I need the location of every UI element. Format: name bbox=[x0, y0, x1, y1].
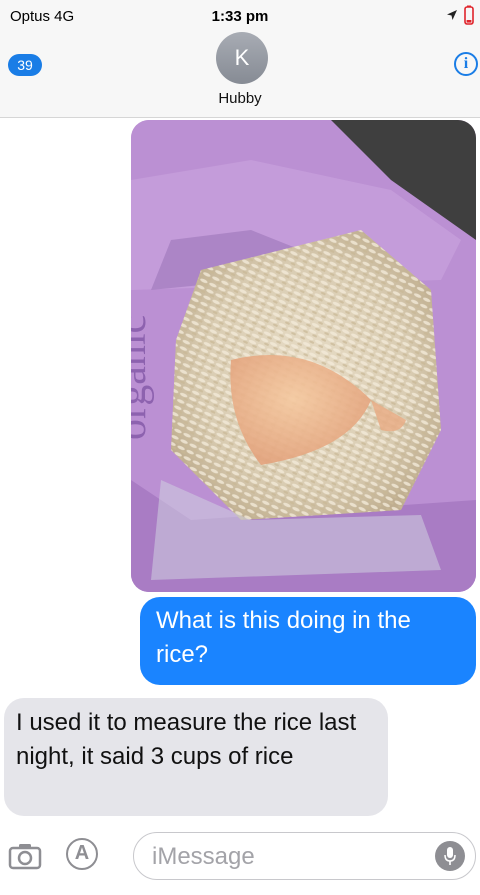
svg-text:organic: organic bbox=[131, 315, 155, 440]
contact-avatar[interactable]: K bbox=[216, 32, 268, 84]
status-bar: Optus 4G 1:33 pm bbox=[0, 0, 480, 28]
camera-icon[interactable] bbox=[8, 842, 42, 875]
message-compose-bar: A iMessage bbox=[0, 822, 480, 895]
battery-icon bbox=[464, 5, 474, 25]
back-button-unread-count[interactable]: 39 bbox=[8, 54, 42, 76]
message-input[interactable]: iMessage bbox=[133, 832, 476, 880]
microphone-icon[interactable] bbox=[435, 841, 465, 871]
info-icon[interactable]: i bbox=[454, 52, 478, 76]
app-store-icon[interactable]: A bbox=[66, 838, 98, 870]
photo-message[interactable]: organic bbox=[131, 120, 476, 592]
outgoing-message-bubble[interactable]: What is this doing in the rice? bbox=[140, 597, 476, 685]
photo-rice-bag-image: organic bbox=[131, 120, 476, 592]
contact-name[interactable]: Hubby bbox=[0, 90, 480, 107]
conversation-header: 39 K Hubby i bbox=[0, 28, 480, 118]
status-icons bbox=[446, 5, 474, 25]
location-arrow-icon bbox=[446, 9, 458, 21]
incoming-message-bubble[interactable]: I used it to measure the rice last night… bbox=[4, 698, 388, 816]
clock: 1:33 pm bbox=[211, 8, 269, 25]
message-input-placeholder: iMessage bbox=[152, 843, 255, 870]
